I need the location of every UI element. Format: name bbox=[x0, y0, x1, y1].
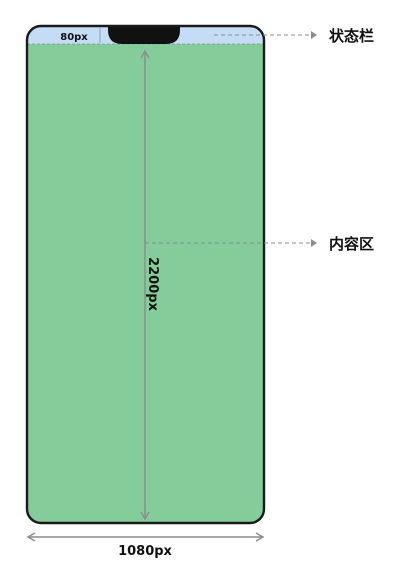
status-bar-callout-arrow bbox=[311, 31, 317, 39]
screen-layout-diagram: 80px 2200px 1080px 状态栏 内容区 bbox=[25, 24, 374, 559]
screen-width-label: 1080px bbox=[118, 544, 172, 559]
notch bbox=[108, 26, 180, 44]
status-bar-callout: 状态栏 bbox=[329, 27, 374, 45]
content-area-callout-arrow bbox=[311, 239, 317, 247]
content-area-callout: 内容区 bbox=[329, 235, 374, 253]
status-bar-height-label: 80px bbox=[60, 32, 88, 43]
content-height-label: 2200px bbox=[145, 257, 160, 311]
